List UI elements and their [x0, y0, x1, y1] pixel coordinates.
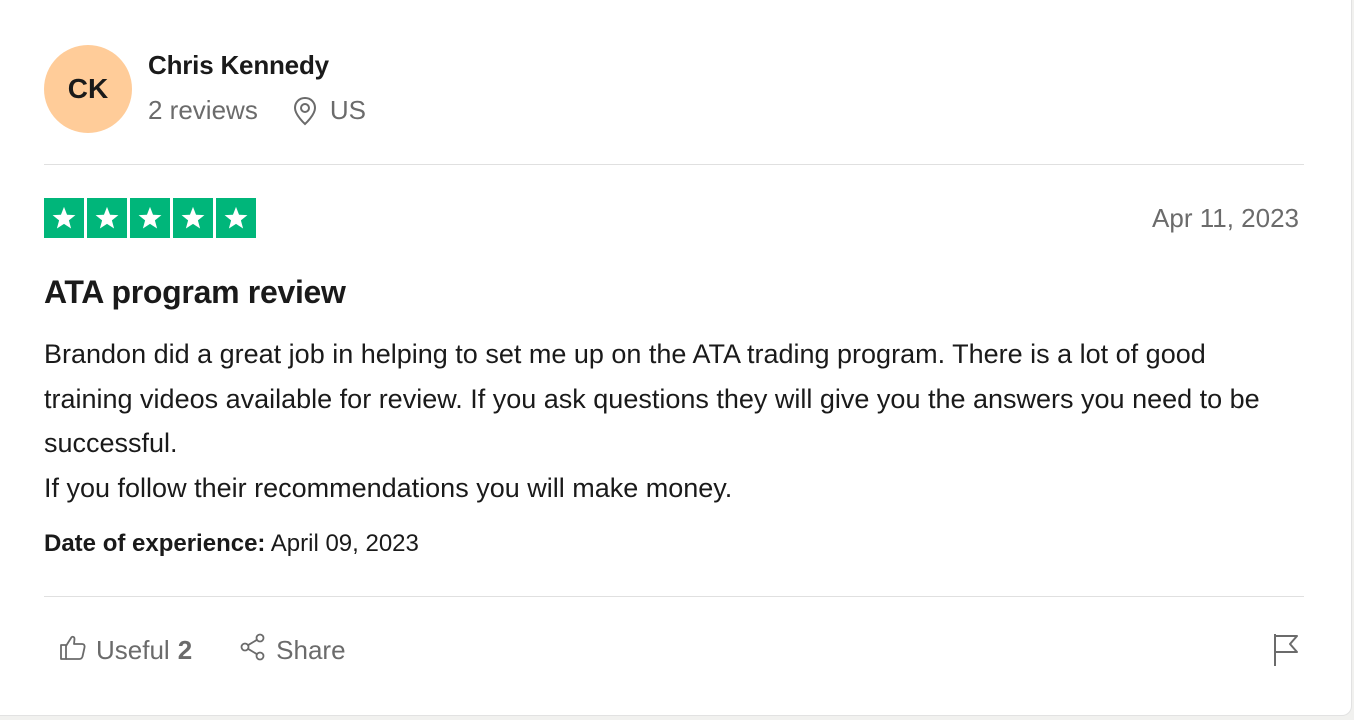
share-icon	[238, 632, 276, 669]
useful-count: 2	[177, 635, 193, 665]
date-of-experience: Date of experience: April 09, 2023	[44, 530, 419, 558]
review-actions: Useful 2 Share	[58, 632, 346, 669]
divider	[44, 164, 1304, 165]
star-icon	[44, 198, 84, 238]
review-body-paragraph: Brandon did a great job in helping to se…	[44, 339, 1260, 458]
reviewer-name[interactable]: Chris Kennedy	[148, 50, 329, 81]
experience-label: Date of experience:	[44, 530, 266, 557]
share-label: Share	[276, 635, 346, 665]
star-icon	[130, 198, 170, 238]
review-count: 2 reviews	[148, 95, 258, 125]
thumbs-up-icon	[58, 632, 96, 669]
star-icon	[173, 198, 213, 238]
location-pin-icon	[292, 96, 318, 126]
useful-label: Useful	[96, 635, 170, 665]
flag-icon[interactable]	[1271, 632, 1301, 668]
review-title[interactable]: ATA program review	[44, 274, 346, 311]
experience-date: April 09, 2023	[270, 530, 419, 557]
star-icon	[216, 198, 256, 238]
review-card: CK Chris Kennedy 2 reviews US Apr 11, 20…	[0, 0, 1352, 716]
share-button[interactable]: Share	[238, 632, 346, 669]
useful-button[interactable]: Useful 2	[58, 632, 192, 669]
review-date: Apr 11, 2023	[1152, 203, 1299, 233]
reviewer-country: US	[329, 95, 366, 125]
review-body-paragraph: If you follow their recommendations you …	[44, 472, 733, 503]
divider	[44, 596, 1304, 597]
star-icon	[87, 198, 127, 238]
review-body: Brandon did a great job in helping to se…	[44, 332, 1294, 510]
star-rating	[44, 198, 256, 238]
avatar[interactable]: CK	[44, 45, 132, 133]
reviewer-meta: 2 reviews US	[148, 95, 366, 126]
